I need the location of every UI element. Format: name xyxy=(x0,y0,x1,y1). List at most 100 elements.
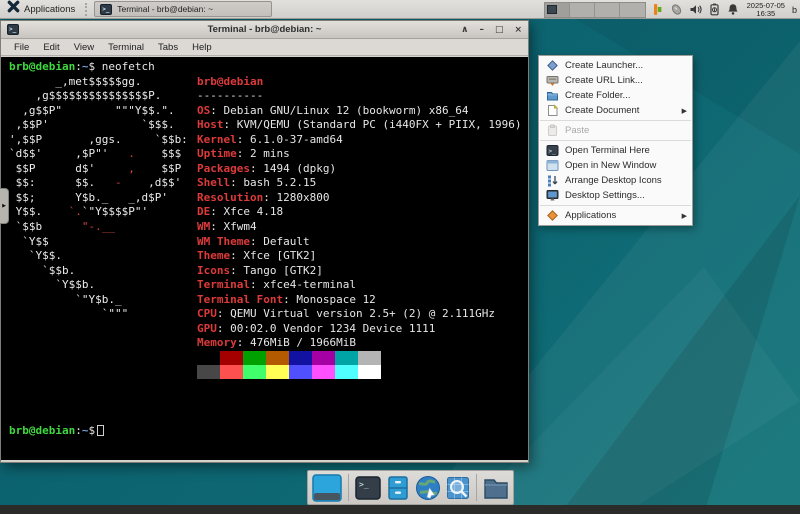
menu-item-applications[interactable]: Applications▶ xyxy=(539,208,692,223)
neofetch-ascii-art: Y$$. `.`"Y$$$$P"' xyxy=(9,205,148,220)
neofetch-ascii-art: `Y$$ xyxy=(9,235,49,250)
neofetch-info: DE: Xfce 4.18 xyxy=(197,205,283,220)
neofetch-line: `Y$$. Theme: Xfce [GTK2] xyxy=(1,249,528,264)
menubar-item-file[interactable]: File xyxy=(7,42,36,53)
palette-swatch xyxy=(289,365,312,379)
system-tray xyxy=(651,3,740,16)
palette-swatch xyxy=(335,351,358,365)
workspace-cell-2[interactable] xyxy=(570,3,595,17)
neofetch-ascii-art: `Y$$. xyxy=(9,249,62,264)
close-button[interactable]: × xyxy=(514,22,522,38)
terminal-window: >_ Terminal - brb@debian: ~ ∧–□× FileEdi… xyxy=(0,20,529,463)
volume-icon[interactable] xyxy=(689,3,702,16)
desktop-settings-icon xyxy=(546,189,559,202)
open-window-icon xyxy=(546,159,559,172)
terminal-prompt-line: brb@debian:~$ xyxy=(1,424,528,439)
minimize-button[interactable]: – xyxy=(479,22,484,38)
menu-item-arrange-desktop-icons[interactable]: Arrange Desktop Icons xyxy=(539,173,692,188)
palette-row-2 xyxy=(1,365,528,380)
neofetch-line: ,$$P' `$$$.Host: KVM/QEMU (Standard PC (… xyxy=(1,118,528,133)
paste-icon xyxy=(546,124,559,137)
menu-item-label: Paste xyxy=(565,125,589,136)
taskbar-window-button[interactable]: >_ Terminal - brb@debian: ~ xyxy=(94,1,272,17)
battery-icon[interactable] xyxy=(708,3,721,16)
menu-item-label: Create Launcher... xyxy=(565,60,643,71)
neofetch-info: Theme: Xfce [GTK2] xyxy=(197,249,316,264)
submenu-arrow-icon: ▶ xyxy=(682,107,687,115)
neofetch-line: ,g$$$$$$$$$$$$$$$P.---------- xyxy=(1,89,528,104)
app-finder-icon[interactable] xyxy=(446,476,470,500)
menubar-item-view[interactable]: View xyxy=(67,42,101,53)
mouse-tray-icon[interactable] xyxy=(670,3,683,16)
menubar-item-edit[interactable]: Edit xyxy=(36,42,66,53)
file-manager-icon[interactable] xyxy=(386,476,410,500)
palette-swatch xyxy=(266,351,289,365)
window-title: Terminal - brb@debian: ~ xyxy=(1,24,528,35)
show-desktop-icon[interactable] xyxy=(312,474,342,502)
notifications-bell-icon[interactable] xyxy=(727,3,740,16)
menu-item-open-terminal-here[interactable]: >_Open Terminal Here xyxy=(539,143,692,158)
menu-item-desktop-settings[interactable]: Desktop Settings... xyxy=(539,188,692,203)
terminal-screen[interactable]: brb@debian:~$ neofetch _,met$$$$$gg.brb@… xyxy=(1,57,528,460)
neofetch-line: `"""CPU: QEMU Virtual version 2.5+ (2) @… xyxy=(1,307,528,322)
create-document-icon xyxy=(546,104,559,117)
prompt-text: brb@debian:~$ xyxy=(9,424,104,439)
shade-button[interactable]: ∧ xyxy=(461,22,468,38)
neofetch-ascii-art: ,$$P' `$$$. xyxy=(9,118,175,133)
maximize-button[interactable]: □ xyxy=(495,22,504,38)
terminal-launcher-icon[interactable]: >_ xyxy=(355,476,381,500)
menu-item-open-in-new-window[interactable]: Open in New Window xyxy=(539,158,692,173)
neofetch-ascii-art: `$$b "-.__ xyxy=(9,220,115,235)
palette-swatch xyxy=(243,351,266,365)
neofetch-info: Icons: Tango [GTK2] xyxy=(197,264,323,279)
palette-swatch xyxy=(243,365,266,379)
blank-line xyxy=(1,409,528,424)
menu-item-label: Create URL Link... xyxy=(565,75,643,86)
clock[interactable]: 2025-07-05 16:35 xyxy=(745,2,787,18)
neofetch-ascii-art: ,g$$$$$$$$$$$$$$$P. xyxy=(9,89,161,104)
open-terminal-icon: >_ xyxy=(546,144,559,157)
neofetch-info: OS: Debian GNU/Linux 12 (bookworm) x86_6… xyxy=(197,104,469,119)
neofetch-line: `$$b.Icons: Tango [GTK2] xyxy=(1,264,528,279)
palette-swatch xyxy=(335,365,358,379)
menu-item-create-url-link[interactable]: Create URL Link... xyxy=(539,73,692,88)
desktop[interactable]: Applications >_ Terminal - brb@debian: ~… xyxy=(0,0,800,514)
menu-item-label: Arrange Desktop Icons xyxy=(565,175,662,186)
menu-item-create-folder[interactable]: Create Folder... xyxy=(539,88,692,103)
power-manager-icon[interactable] xyxy=(651,3,664,16)
create-folder-icon xyxy=(546,89,559,102)
menu-separator xyxy=(540,120,691,121)
panel-handle[interactable] xyxy=(85,3,90,16)
neofetch-line: `"Y$b._Terminal Font: Monospace 12 xyxy=(1,293,528,308)
prompt-text: brb@debian:~$ neofetch xyxy=(9,60,155,75)
workspace-cell-4[interactable] xyxy=(620,3,645,17)
web-browser-icon[interactable] xyxy=(415,475,441,501)
folder-launcher-icon[interactable] xyxy=(483,476,509,500)
menubar-item-help[interactable]: Help xyxy=(185,42,219,53)
terminal-color-palette xyxy=(197,351,381,365)
neofetch-info: Shell: bash 5.2.15 xyxy=(197,176,316,191)
neofetch-info: Kernel: 6.1.0-37-amd64 xyxy=(197,133,343,148)
create-launcher-icon xyxy=(546,59,559,72)
palette-swatch xyxy=(220,365,243,379)
menubar-item-tabs[interactable]: Tabs xyxy=(151,42,185,53)
neofetch-ascii-art: ',$$P ,ggs. `$$b: xyxy=(9,133,188,148)
menu-item-create-document[interactable]: Create Document▶ xyxy=(539,103,692,118)
window-titlebar[interactable]: >_ Terminal - brb@debian: ~ ∧–□× xyxy=(1,21,528,39)
neofetch-info: Memory: 476MiB / 1966MiB xyxy=(197,336,356,351)
applications-menu-button[interactable]: Applications xyxy=(1,1,81,18)
workspace-cell-1[interactable] xyxy=(545,3,570,17)
palette-swatch xyxy=(312,351,335,365)
taskbar-window-label: Terminal - brb@debian: ~ xyxy=(117,4,213,14)
arrange-icons-icon xyxy=(546,174,559,187)
menu-item-create-launcher[interactable]: Create Launcher... xyxy=(539,58,692,73)
neofetch-line: Memory: 476MiB / 1966MiB xyxy=(1,336,528,351)
panel-reveal-tab[interactable]: ▶ xyxy=(0,188,9,224)
workspace-cell-3[interactable] xyxy=(595,3,620,17)
menubar-item-terminal[interactable]: Terminal xyxy=(101,42,151,53)
neofetch-line: GPU: 00:02.0 Vendor 1234 Device 1111 xyxy=(1,322,528,337)
panel-right-area: 2025-07-05 16:35 b xyxy=(544,0,798,19)
blank-line xyxy=(1,395,528,410)
neofetch-line: $$P d$' , $$PPackages: 1494 (dpkg) xyxy=(1,162,528,177)
neofetch-info: Uptime: 2 mins xyxy=(197,147,290,162)
